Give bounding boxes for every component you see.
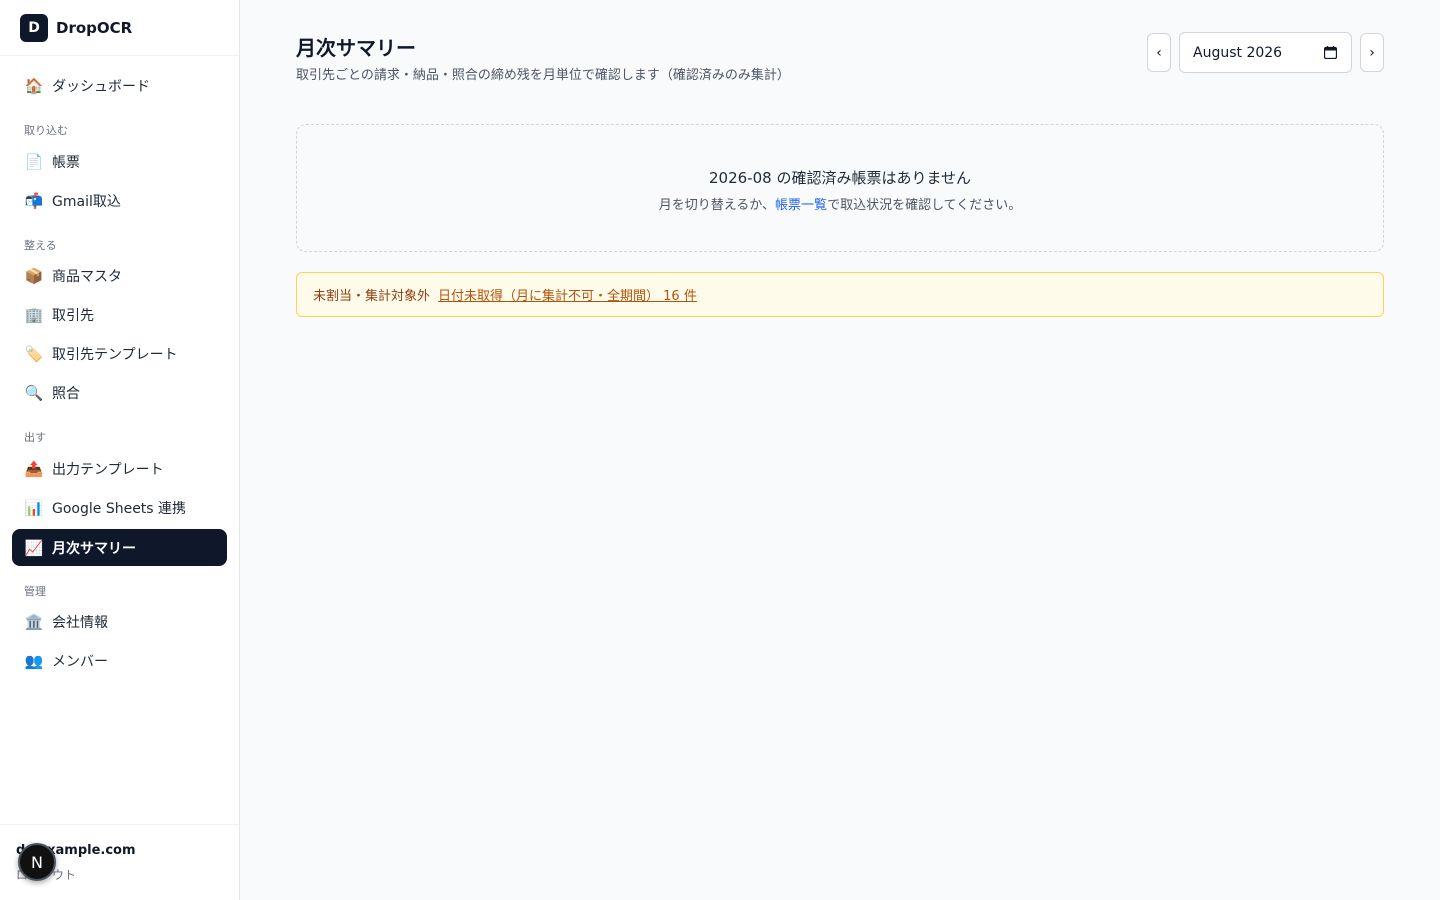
- empty-state-text-before: 月を切り替えるか、: [658, 198, 776, 213]
- empty-state: 2026-08 の確認済み帳票はありません 月を切り替えるか、帳票一覧で取込状況…: [296, 124, 1384, 252]
- app-logo: D: [20, 13, 48, 42]
- sidebar-item-label: Gmail取込: [52, 193, 121, 210]
- sidebar-item-label: 商品マスタ: [52, 268, 122, 285]
- sidebar: D DropOCR 🏠 ダッシュボード 取り込む 📄 帳票 📬 Gmail取込 …: [0, 0, 240, 900]
- bar-chart-icon: 📊: [24, 498, 44, 517]
- sidebar-item-label: 取引先テンプレート: [52, 346, 178, 363]
- sidebar-item-matching[interactable]: 🔍 照合: [12, 374, 227, 411]
- section-label-organize: 整える: [24, 239, 57, 252]
- sidebar-item-partners[interactable]: 🏢 取引先: [12, 296, 227, 333]
- document-icon: 📄: [24, 152, 44, 171]
- classical-building-icon: 🏛️: [24, 612, 44, 631]
- section-label-admin: 管理: [24, 585, 46, 598]
- sidebar-item-label: Google Sheets 連携: [52, 500, 187, 517]
- sidebar-item-label: 出力テンプレート: [52, 461, 164, 478]
- month-picker[interactable]: August 2026: [1179, 32, 1352, 73]
- sidebar-item-label: 月次サマリー: [52, 540, 136, 557]
- office-building-icon: 🏢: [24, 305, 44, 324]
- empty-state-title: 2026-08 の確認済み帳票はありません: [709, 169, 971, 187]
- sidebar-item-label: メンバー: [52, 653, 108, 670]
- sidebar-item-label: 照合: [52, 385, 80, 402]
- sidebar-item-label: ダッシュボード: [52, 78, 150, 95]
- sidebar-item-documents[interactable]: 📄 帳票: [12, 143, 227, 180]
- sidebar-item-company-info[interactable]: 🏛️ 会社情報: [12, 603, 227, 640]
- sidebar-item-product-master[interactable]: 📦 商品マスタ: [12, 257, 227, 294]
- section-label-export: 出す: [24, 431, 46, 444]
- sidebar-item-google-sheets[interactable]: 📊 Google Sheets 連携: [12, 489, 227, 526]
- sidebar-item-label: 会社情報: [52, 614, 108, 631]
- documents-list-link[interactable]: 帳票一覧: [775, 198, 827, 213]
- sidebar-footer: d@example.com ログアウト N: [0, 824, 239, 900]
- sidebar-item-monthly-summary[interactable]: 📈 月次サマリー: [12, 529, 227, 566]
- mailbox-icon: 📬: [24, 191, 44, 210]
- next-month-button[interactable]: ›: [1360, 33, 1384, 72]
- sidebar-item-members[interactable]: 👥 メンバー: [12, 642, 227, 679]
- label-tag-icon: 🏷️: [24, 344, 44, 363]
- people-icon: 👥: [24, 651, 44, 670]
- brand-header[interactable]: D DropOCR: [0, 0, 239, 56]
- trend-chart-icon: 📈: [24, 538, 44, 557]
- prev-month-button[interactable]: ‹: [1147, 33, 1171, 72]
- sidebar-item-output-templates[interactable]: 📤 出力テンプレート: [12, 450, 227, 487]
- outbox-icon: 📤: [24, 459, 44, 478]
- sidebar-item-dashboard[interactable]: 🏠 ダッシュボード: [12, 67, 227, 104]
- month-value: August 2026: [1193, 44, 1283, 61]
- empty-state-description: 月を切り替えるか、帳票一覧で取込状況を確認してください。: [297, 194, 1383, 213]
- page-title: 月次サマリー: [296, 36, 416, 60]
- app-name: DropOCR: [56, 18, 133, 37]
- calendar-icon: [1324, 46, 1337, 59]
- sidebar-item-label: 帳票: [52, 154, 80, 171]
- sidebar-item-gmail-import[interactable]: 📬 Gmail取込: [12, 182, 227, 219]
- section-label-import: 取り込む: [24, 124, 68, 137]
- page-subtitle: 取引先ごとの請求・納品・照合の締め残を月単位で確認します（確認済みのみ集計）: [296, 68, 790, 83]
- house-icon: 🏠: [24, 76, 44, 95]
- package-icon: 📦: [24, 266, 44, 285]
- avatar[interactable]: N: [18, 843, 56, 881]
- empty-state-text-after: で取込状況を確認してください。: [827, 198, 1022, 213]
- sidebar-item-partner-templates[interactable]: 🏷️ 取引先テンプレート: [12, 335, 227, 372]
- magnifier-icon: 🔍: [24, 383, 44, 402]
- unassigned-warning: 未割当・集計対象外 日付未取得（月に集計不可・全期間） 16 件: [296, 272, 1384, 317]
- undated-documents-link[interactable]: 日付未取得（月に集計不可・全期間） 16 件: [438, 285, 697, 304]
- sidebar-item-label: 取引先: [52, 307, 94, 324]
- warning-label: 未割当・集計対象外: [313, 289, 431, 304]
